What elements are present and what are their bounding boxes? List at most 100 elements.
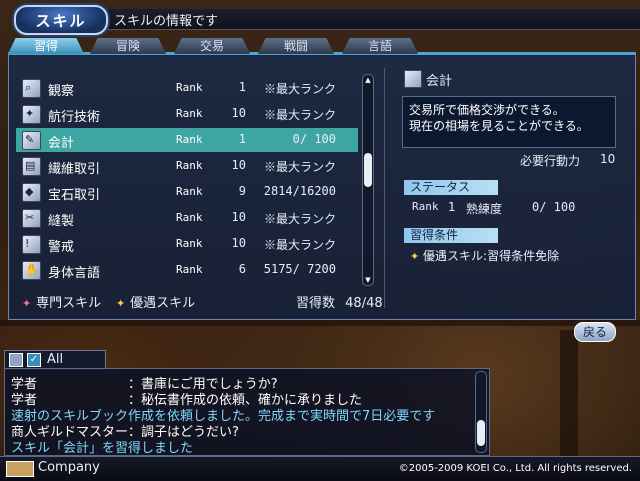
- skill-row[interactable]: ◆ 宝石取引 Rank 9 2814/16200: [16, 180, 358, 204]
- learned-count: 習得数 48/48: [296, 292, 383, 311]
- skill-progress: ※最大ランク: [263, 238, 336, 252]
- proficiency-value: 0/ 100: [532, 200, 576, 214]
- skill-progress: ※最大ランク: [263, 212, 336, 226]
- skill-name: 繊維取引: [48, 162, 101, 177]
- chat-header: ✓ All: [4, 350, 106, 370]
- rank-value: 10: [231, 106, 246, 120]
- rank-label: Rank: [176, 107, 203, 120]
- rank-value: 1: [238, 80, 246, 94]
- skill-name: 縫製: [48, 214, 75, 229]
- alert-icon: !: [22, 235, 41, 254]
- rank-label: Rank: [176, 133, 203, 146]
- skill-progress: 0/ 100: [292, 132, 336, 146]
- learned-count-value: 48/48: [345, 296, 383, 311]
- skill-progress: 2814/16200: [263, 184, 336, 198]
- chat-line: スキル「会計」を習得しました: [11, 441, 194, 456]
- company-label[interactable]: Company: [38, 460, 100, 475]
- action-power-value: 10: [600, 152, 616, 166]
- rank-label: Rank: [176, 263, 203, 276]
- skill-name: 警戒: [48, 240, 75, 255]
- rank-value: 10: [231, 158, 246, 172]
- detail-description-line: 現在の相場を見ることができる。: [409, 119, 589, 133]
- skill-row-selected[interactable]: ✎ 会計 Rank 1 0/ 100: [16, 128, 358, 152]
- checkbox-icon[interactable]: ✓: [27, 353, 41, 367]
- scroll-thumb[interactable]: [364, 153, 372, 187]
- detail-skill-name: 会計: [426, 74, 453, 89]
- title-badge: スキル: [14, 5, 108, 35]
- company-emblem-icon[interactable]: [6, 461, 34, 477]
- panel-divider: [384, 68, 385, 308]
- legend-specialty-label: 専門スキル: [36, 296, 102, 311]
- rank-label: Rank: [176, 211, 203, 224]
- chat-scrollbar[interactable]: [475, 371, 487, 453]
- action-power-label: 必要行動力: [520, 154, 581, 168]
- chat-log: 学者 ：書庫にご用でしょうか? 学者 ：秘伝書作成の依頼、確かに承りました 速射…: [4, 368, 490, 456]
- chat-scroll-thumb[interactable]: [477, 420, 485, 446]
- detail-rank-label: Rank: [412, 200, 439, 213]
- gem-icon: ◆: [22, 183, 41, 202]
- skill-name: 航行技術: [48, 110, 101, 125]
- skill-row[interactable]: ! 警戒 Rank 10 ※最大ランク: [16, 232, 358, 256]
- rank-value: 1: [238, 132, 246, 146]
- tab-adventure[interactable]: 冒険: [90, 38, 166, 54]
- skill-progress: ※最大ランク: [263, 160, 336, 174]
- conditions-row: ✦ 優遇スキル:習得条件免除: [410, 247, 559, 264]
- skill-progress: 5175/ 7200: [263, 262, 336, 276]
- chat-channel[interactable]: All: [47, 352, 63, 367]
- rank-label: Rank: [176, 185, 203, 198]
- magnifier-icon: ⌕: [22, 79, 41, 98]
- status-header: ステータス: [404, 180, 498, 195]
- rank-value: 9: [238, 184, 246, 198]
- legend-preferred-label: 優遇スキル: [130, 296, 196, 311]
- conditions-header: 習得条件: [404, 228, 498, 243]
- rank-value: 10: [231, 236, 246, 250]
- conditions-text: 優遇スキル:習得条件免除: [423, 249, 560, 263]
- tab-battle[interactable]: 戦闘: [258, 38, 334, 54]
- tab-trade[interactable]: 交易: [174, 38, 250, 54]
- skill-row[interactable]: ✂ 縫製 Rank 10 ※最大ランク: [16, 206, 358, 230]
- skill-list: ⌕ 観察 Rank 1 ※最大ランク ✦ 航行技術 Rank 10 ※最大ランク…: [16, 76, 358, 284]
- skill-name: 会計: [48, 136, 75, 151]
- skill-row[interactable]: ✋ 身体言語 Rank 6 5175/ 7200: [16, 258, 358, 282]
- tab-learned[interactable]: 習得: [8, 38, 84, 54]
- hand-icon: ✋: [22, 261, 41, 280]
- skill-name: 身体言語: [48, 266, 101, 281]
- wood-beam: [0, 320, 640, 326]
- back-button[interactable]: 戻る: [574, 322, 616, 342]
- rank-value: 10: [231, 210, 246, 224]
- rank-label: Rank: [176, 237, 203, 250]
- skill-row[interactable]: ▤ 繊維取引 Rank 10 ※最大ランク: [16, 154, 358, 178]
- rank-label: Rank: [176, 81, 203, 94]
- header-bar: スキルの情報です: [104, 9, 640, 30]
- detail-rank-value: 1: [448, 200, 456, 214]
- gold-star-icon: ✦: [410, 250, 420, 263]
- skill-name: 観察: [48, 84, 75, 99]
- rank-value: 6: [238, 262, 246, 276]
- skill-row[interactable]: ⌕ 観察 Rank 1 ※最大ランク: [16, 76, 358, 100]
- skill-row[interactable]: ✦ 航行技術 Rank 10 ※最大ランク: [16, 102, 358, 126]
- skill-progress: ※最大ランク: [263, 82, 336, 96]
- header: スキルの情報です スキル: [0, 3, 640, 35]
- legend-specialty: ✦ 専門スキル: [22, 292, 101, 311]
- ledger-icon: ✎: [22, 131, 41, 150]
- scroll-up-icon[interactable]: ▲: [364, 76, 372, 84]
- needle-icon: ✂: [22, 209, 41, 228]
- skill-name: 宝石取引: [48, 188, 101, 203]
- skill-list-scrollbar[interactable]: ▲ ▼: [362, 74, 374, 286]
- tab-language[interactable]: 言語: [342, 38, 418, 54]
- pink-star-icon: ✦: [22, 297, 32, 310]
- detail-description-box: 交易所で価格交渉ができる。 現在の相場を見ることができる。: [402, 96, 616, 148]
- cloth-icon: ▤: [22, 157, 41, 176]
- copyright-text: ©2005-2009 KOEI Co., Ltd. All rights res…: [398, 463, 632, 474]
- rank-label: Rank: [176, 159, 203, 172]
- compass-icon: ✦: [22, 105, 41, 124]
- chat-settings-icon[interactable]: [9, 353, 23, 367]
- ledger-icon: [404, 70, 422, 88]
- gold-star-icon: ✦: [116, 297, 126, 310]
- page-title: スキル: [35, 12, 87, 30]
- scroll-down-icon[interactable]: ▼: [364, 276, 372, 284]
- proficiency-label: 熟練度: [466, 202, 503, 216]
- wood-post: [560, 330, 578, 460]
- learned-count-label: 習得数: [296, 296, 336, 311]
- footer: Company ©2005-2009 KOEI Co., Ltd. All ri…: [0, 456, 640, 481]
